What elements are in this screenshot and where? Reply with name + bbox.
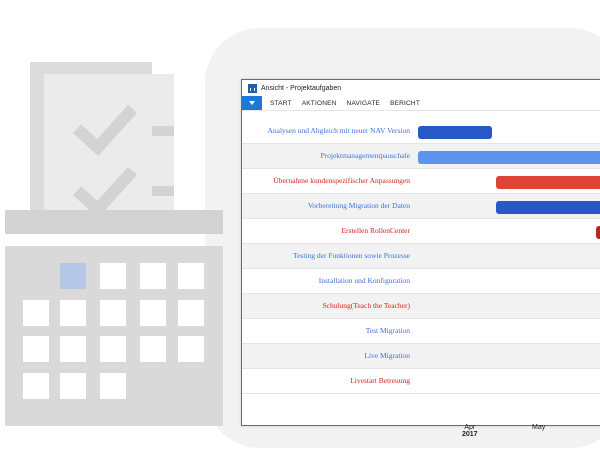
calendar-highlight-cell	[60, 263, 86, 289]
task-row[interactable]: Schulung(Teach the Teacher)	[242, 294, 600, 319]
task-row[interactable]: Installation und Konfiguration	[242, 269, 600, 294]
tab-aktionen[interactable]: AKTIONEN	[302, 100, 337, 107]
gantt-chart: Analysen und Abgleich mit neuer NAV Vers…	[242, 119, 600, 438]
task-row[interactable]: Testing der Funktionen sowie Prozesse	[242, 244, 600, 269]
task-label: Übernahme kundenspezifischer Anpassungen	[273, 176, 410, 185]
task-label: Testing der Funktionen sowie Prozesse	[293, 251, 410, 260]
tab-start[interactable]: START	[270, 100, 292, 107]
task-row[interactable]: Vorbereitung Migration der Daten	[242, 194, 600, 219]
task-label: Projektmanagementpauschale	[320, 151, 410, 160]
calendar-cell	[140, 263, 166, 289]
task-bar[interactable]	[495, 176, 600, 189]
calendar-cell	[140, 300, 166, 326]
task-label: Live Migration	[364, 351, 410, 360]
task-row[interactable]: Livestart Betreuung	[242, 369, 600, 394]
checkmark-icon	[72, 90, 138, 156]
file-menu-button[interactable]	[242, 96, 262, 110]
ribbon-menu: START AKTIONEN NAVIGATE BERICHT	[242, 96, 600, 111]
calendar-cell	[23, 300, 49, 326]
checklist-paper-illustration	[44, 74, 174, 224]
task-bar[interactable]	[418, 126, 492, 139]
task-label: Installation und Konfiguration	[318, 276, 410, 285]
checkmark-icon	[72, 152, 138, 218]
calendar-cell	[60, 336, 86, 362]
app-chart-icon	[248, 83, 257, 93]
calendar-cell	[178, 263, 204, 289]
task-label: Analysen und Abgleich mit neuer NAV Vers…	[267, 126, 411, 135]
project-tasks-window: Ansicht - Projektaufgaben START AKTIONEN…	[241, 79, 600, 438]
tab-navigate[interactable]: NAVIGATE	[347, 100, 381, 107]
task-row[interactable]: Live Migration	[242, 344, 600, 369]
timeline-year: 2017	[462, 431, 478, 438]
calendar-cell	[23, 336, 49, 362]
calendar-cell	[178, 300, 204, 326]
tab-bericht[interactable]: BERICHT	[390, 100, 420, 107]
calendar-cell	[23, 373, 49, 399]
task-row[interactable]: Projektmanagementpauschale	[242, 144, 600, 169]
calendar-cell	[140, 336, 166, 362]
calendar-header-illustration	[5, 210, 223, 234]
checklist-line	[152, 186, 174, 196]
title-bar: Ansicht - Projektaufgaben	[242, 80, 600, 96]
task-label: Erstellen RollenCenter	[341, 226, 410, 235]
calendar-cell	[100, 300, 126, 326]
timeline-label: May	[532, 424, 545, 431]
window-title: Ansicht - Projektaufgaben	[261, 84, 342, 92]
calendar-cell	[100, 336, 126, 362]
timeline-label: Apr 2017	[462, 424, 478, 438]
calendar-cell	[60, 373, 86, 399]
timeline-axis: Apr2017MayJ	[242, 421, 600, 451]
calendar-cell	[60, 300, 86, 326]
checklist-line	[152, 126, 174, 136]
task-label: Test Migration	[365, 326, 410, 335]
task-bar[interactable]	[418, 151, 600, 164]
calendar-cell	[100, 263, 126, 289]
calendar-illustration	[5, 246, 223, 426]
timeline-month: May	[532, 424, 546, 431]
calendar-cell	[100, 373, 126, 399]
calendar-cell	[178, 336, 204, 362]
timeline-month: Apr	[464, 424, 476, 431]
task-bar[interactable]	[495, 201, 600, 214]
task-row[interactable]: Erstellen RollenCenter	[242, 219, 600, 244]
task-row[interactable]: Übernahme kundenspezifischer Anpassungen	[242, 169, 600, 194]
task-label: Livestart Betreuung	[350, 376, 410, 385]
task-label: Vorbereitung Migration der Daten	[307, 201, 410, 210]
task-row[interactable]: Analysen und Abgleich mit neuer NAV Vers…	[242, 119, 600, 144]
task-label: Schulung(Teach the Teacher)	[322, 301, 410, 310]
task-bar[interactable]	[596, 226, 600, 239]
task-row[interactable]: Test Migration	[242, 319, 600, 344]
